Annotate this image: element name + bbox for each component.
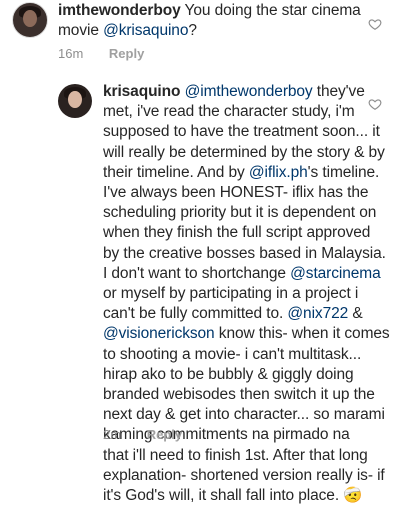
comment-line: scheduling priority but it is dependent … — [103, 203, 390, 223]
comment-text-segment: next day & get into character... so mara… — [103, 406, 385, 424]
comment-text-segment: supposed to have the treatment soon... i… — [103, 123, 380, 141]
comment-text: imthewonderboy You doing the star cinema… — [58, 1, 361, 41]
mention-link[interactable]: @nix722 — [287, 305, 348, 322]
comment-line: their timeline. And by @iflix.ph's timel… — [103, 163, 390, 183]
comment-text-segment: scheduling priority but it is dependent … — [103, 204, 377, 222]
comment-line: met, i've read the character study, i'm — [103, 102, 390, 122]
comment-line: it's God's will, it shall fall into plac… — [103, 486, 390, 506]
comment-text-segment: movie — [58, 22, 104, 40]
comment-line: next day & get into character... so mara… — [103, 405, 390, 425]
comment-timestamp: 16m — [58, 46, 84, 61]
username-link[interactable]: imthewonderboy — [58, 2, 181, 19]
comment-text-segment: hirap ako to be bubbly & giggly doing — [103, 365, 354, 383]
mention-link[interactable]: @starcinema — [290, 265, 381, 282]
comment-text-segment: 's timeline. — [307, 163, 380, 181]
comment-line: explanation- shortened version really is… — [103, 466, 390, 486]
avatar[interactable] — [58, 84, 92, 118]
comment-text-segment: 🤕 — [343, 487, 363, 505]
heart-outline-icon[interactable] — [368, 17, 382, 31]
comment-text-segment: & — [348, 305, 363, 323]
comment-line: by the creative bosses based in Malaysia… — [103, 244, 390, 264]
comment-meta: 16m Reply — [58, 46, 166, 61]
comment-text-segment: can't be fully committed to. — [103, 305, 288, 323]
comment-timestamp: 2m — [103, 427, 122, 442]
comment-line: krisaquino @imthewonderboy they've — [103, 82, 390, 102]
heart-outline-icon[interactable] — [368, 97, 382, 111]
comment-text-segment: or myself by participating in a project … — [103, 285, 359, 303]
comment-line: to shooting a movie- i can't multitask..… — [103, 345, 390, 365]
comment-line: branded webisodes then switch it up the — [103, 385, 390, 405]
comment-text-segment: explanation- shortened version really is… — [103, 466, 385, 484]
comment-text-segment: ? — [188, 22, 197, 40]
comment-line: or myself by participating in a project … — [103, 284, 390, 304]
comment-text-segment: know this- when it comes — [214, 325, 390, 343]
comment-line: I've always been HONEST- iflix has the — [103, 183, 390, 203]
comment-text-segment: will really be determined by the story &… — [103, 143, 385, 161]
comment-text-segment: to shooting a movie- i can't multitask..… — [103, 345, 362, 363]
comment-line: supposed to have the treatment soon... i… — [103, 122, 390, 142]
comment-line: movie @krisaquino? — [58, 21, 361, 41]
comment-text-segment: when they finish the full script approve… — [103, 224, 371, 242]
comment-imthewonderboy: imthewonderboy You doing the star cinema… — [0, 0, 400, 65]
comment-text-segment: met, i've read the character study, i'm — [103, 103, 355, 121]
comment-text-segment: by the creative bosses based in Malaysia… — [103, 244, 386, 262]
comment-line: can't be fully committed to. @nix722 & — [103, 304, 390, 324]
comment-line: will really be determined by the story &… — [103, 143, 390, 163]
comment-line: I don't want to shortchange @starcinema — [103, 264, 390, 284]
comment-line: @visionerickson know this- when it comes — [103, 324, 390, 344]
mention-link[interactable]: @imthewonderboy — [185, 83, 313, 100]
comment-line: imthewonderboy You doing the star cinema — [58, 1, 361, 21]
mention-link[interactable]: @visionerickson — [103, 325, 215, 342]
comment-line: when they finish the full script approve… — [103, 223, 390, 243]
mention-link[interactable]: @iflix.ph — [249, 164, 308, 181]
reply-button[interactable]: Reply — [147, 427, 182, 442]
comment-text-segment: I don't want to shortchange — [103, 264, 291, 282]
comment-text: krisaquino @imthewonderboy they've met, i… — [103, 82, 390, 506]
comment-text-segment: that i'll need to finish 1st. After that… — [103, 446, 368, 464]
comment-text-segment: they've — [312, 83, 365, 100]
reply-button[interactable]: Reply — [109, 46, 144, 61]
comment-text-segment: I've always been HONEST- iflix has the — [103, 184, 369, 202]
comment-line: that i'll need to finish 1st. After that… — [103, 446, 390, 466]
comment-text-segment: You doing the star cinema — [180, 2, 361, 19]
comment-line: hirap ako to be bubbly & giggly doing — [103, 365, 390, 385]
comment-meta: 2m Reply — [103, 427, 204, 442]
comment-text-segment: their timeline. And by — [103, 163, 249, 181]
mention-link[interactable]: @krisaquino — [103, 22, 188, 39]
username-link[interactable]: krisaquino — [103, 83, 180, 100]
comment-krisaquino: krisaquino @imthewonderboy they've met, i… — [0, 70, 400, 504]
avatar[interactable] — [12, 2, 48, 38]
comment-text-segment: branded webisodes then switch it up the — [103, 386, 375, 404]
comment-text-segment: it's God's will, it shall fall into plac… — [103, 487, 344, 505]
